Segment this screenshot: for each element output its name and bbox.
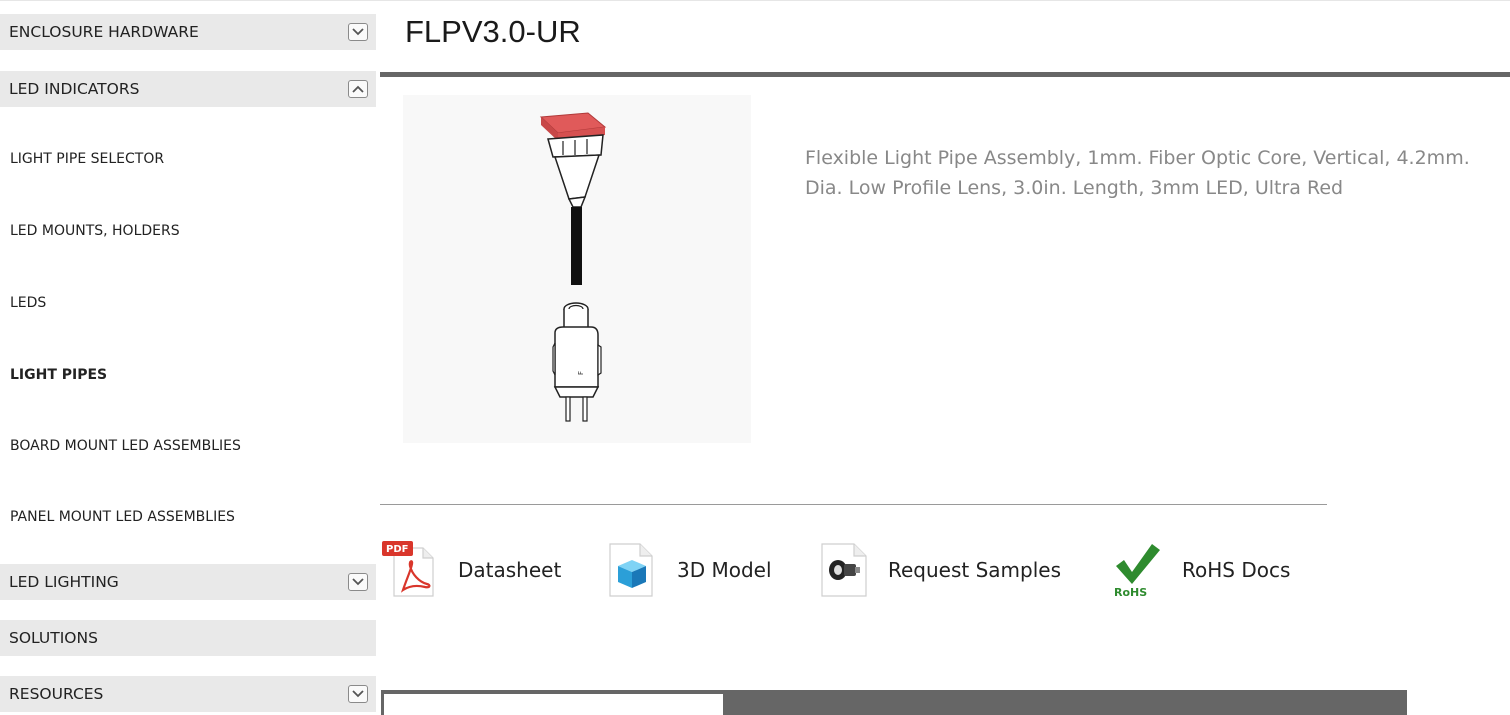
product-image: F	[403, 95, 751, 443]
3d-model-icon	[606, 540, 658, 600]
sidebar-item-light-pipe-selector[interactable]: LIGHT PIPE SELECTOR	[10, 151, 164, 167]
sidebar-category-led-indicators[interactable]: LED INDICATORS	[0, 71, 376, 107]
rohs-icon: RoHS	[1110, 540, 1166, 600]
category-label: ENCLOSURE HARDWARE	[9, 23, 199, 41]
sidebar-item-panel-mount-led-assemblies[interactable]: PANEL MOUNT LED ASSEMBLIES	[10, 509, 235, 525]
sidebar-item-leds[interactable]: LEDS	[10, 295, 46, 311]
3d-model-label: 3D Model	[677, 557, 772, 582]
pdf-badge: PDF	[386, 544, 408, 555]
top-border	[0, 0, 1510, 1]
chevron-down-icon[interactable]	[348, 23, 368, 41]
rohs-docs-label: RoHS Docs	[1182, 557, 1291, 582]
request-samples-link[interactable]: Request Samples	[818, 532, 1061, 607]
title-divider	[380, 72, 1510, 77]
rohs-badge: RoHS	[1114, 586, 1147, 599]
rohs-docs-link[interactable]: RoHS RoHS Docs	[1110, 532, 1290, 607]
category-label: LED LIGHTING	[9, 573, 119, 591]
request-samples-label: Request Samples	[888, 557, 1062, 582]
category-label: RESOURCES	[9, 685, 104, 703]
category-label: SOLUTIONS	[9, 629, 98, 647]
datasheet-link[interactable]: PDF Datasheet	[381, 532, 561, 607]
3d-model-link[interactable]: 3D Model	[606, 532, 772, 607]
samples-icon	[818, 540, 872, 600]
sidebar-category-enclosure-hardware[interactable]: ENCLOSURE HARDWARE	[0, 14, 376, 50]
sidebar-item-board-mount-led-assemblies[interactable]: BOARD MOUNT LED ASSEMBLIES	[10, 438, 241, 454]
product-description: Flexible Light Pipe Assembly, 1mm. Fiber…	[805, 147, 1470, 199]
light-pipe-illustration: F	[539, 112, 607, 422]
product-title: FLPV3.0-UR	[405, 14, 581, 49]
datasheet-label: Datasheet	[458, 557, 562, 582]
svg-text:F: F	[577, 371, 585, 375]
sidebar-item-led-mounts-holders[interactable]: LED MOUNTS, HOLDERS	[10, 223, 180, 239]
chevron-up-icon[interactable]	[348, 80, 368, 98]
category-label: LED INDICATORS	[9, 80, 140, 98]
sidebar-item-light-pipes[interactable]: LIGHT PIPES	[10, 367, 107, 383]
sidebar-category-led-lighting[interactable]: LED LIGHTING	[0, 564, 376, 600]
sidebar-category-solutions[interactable]: SOLUTIONS	[0, 620, 376, 656]
section-divider	[380, 504, 1327, 505]
sidebar-category-resources[interactable]: RESOURCES	[0, 676, 376, 712]
chevron-down-icon[interactable]	[348, 685, 368, 703]
tab-active[interactable]	[384, 694, 723, 715]
chevron-down-icon[interactable]	[348, 573, 368, 591]
pdf-icon: PDF	[381, 540, 441, 600]
